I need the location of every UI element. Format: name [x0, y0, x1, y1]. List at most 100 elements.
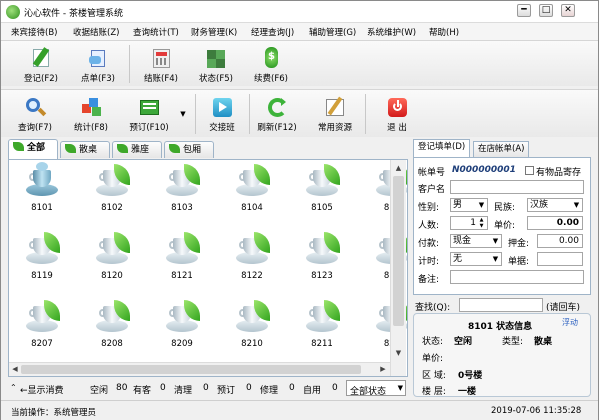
table-tile[interactable]: 8103 [155, 162, 209, 220]
teacup-icon [164, 232, 200, 266]
table-tile[interactable]: 8207 [15, 298, 69, 356]
type-value: 散桌 [534, 337, 553, 347]
table-tile[interactable]: 8104 [225, 162, 279, 220]
scroll-up-arrow[interactable]: ▲ [392, 161, 405, 175]
menu-query[interactable]: 查询统计(T) [133, 26, 179, 38]
register-button[interactable]: 登记(F2) [19, 47, 63, 84]
scroll-thumb[interactable] [21, 365, 361, 374]
search-button[interactable]: 查询(F7) [13, 96, 57, 133]
scroll-thumb[interactable] [393, 176, 404, 326]
table-tile[interactable]: 8119 [15, 230, 69, 288]
stats-icon [80, 96, 102, 118]
table-tile[interactable]: 8123 [295, 230, 349, 288]
self-use-label: 自用 [303, 386, 322, 396]
deposit-money-input[interactable]: 0.00 [537, 234, 583, 248]
scroll-left-arrow[interactable]: ◀ [9, 363, 21, 376]
separator [365, 94, 366, 134]
handover-icon [211, 96, 233, 118]
ethnic-select[interactable]: 汉族 ▼ [527, 198, 583, 212]
order-button[interactable]: 点单(F3) [76, 47, 120, 84]
menu-help[interactable]: 帮助(H) [429, 26, 459, 38]
stepper-arrows-icon[interactable]: ▲ ▼ [476, 217, 487, 229]
reserve-button[interactable]: 预订(F10) [125, 96, 173, 133]
menu-billing[interactable]: 收据结账(Z) [73, 26, 119, 38]
table-tile[interactable]: 8122 [225, 230, 279, 288]
floor-label: 楼 层: [422, 387, 446, 397]
status-button[interactable]: 状态(F5) [194, 47, 238, 84]
account-label: 帐单号 [418, 168, 446, 178]
status-filter-select[interactable]: 全部状态 ▼ [346, 380, 406, 397]
remark-input[interactable] [450, 270, 584, 284]
payment-select[interactable]: 现金 ▼ [450, 234, 502, 248]
table-tile[interactable]: 8210 [225, 298, 279, 356]
table-grid: 8101810281038104810581081198120812181228… [8, 159, 408, 377]
area-label: 区 域: [422, 371, 446, 381]
table-tile[interactable]: 8120 [85, 230, 139, 288]
tab-register-form[interactable]: 登记填单(D) [413, 139, 471, 157]
resources-button[interactable]: 常用资源 [311, 96, 359, 133]
reserved-count: 0 [246, 383, 252, 393]
scroll-down-arrow[interactable]: ▼ [392, 346, 405, 360]
search-icon [24, 96, 47, 118]
tab-all[interactable]: 全部 [8, 139, 58, 159]
horizontal-scrollbar[interactable]: ◀ ▶ [9, 362, 390, 376]
table-tile[interactable]: 8102 [85, 162, 139, 220]
people-stepper[interactable]: 1 ▲ ▼ [450, 216, 488, 230]
table-number: 8211 [311, 339, 333, 349]
price-input[interactable]: 0.00 [527, 216, 583, 230]
show-consume-toggle[interactable]: ←显示消费 [20, 383, 64, 396]
table-number: 8105 [311, 203, 333, 213]
separator [195, 94, 196, 134]
reserve-dropdown-arrow[interactable]: ▼ [178, 110, 188, 118]
repair-label: 修理 [260, 386, 279, 396]
deposit-money-label: 押金: [508, 239, 530, 249]
menu-system[interactable]: 系统维护(W) [367, 26, 416, 38]
tab-in-store-bills[interactable]: 在店帐单(A) [473, 141, 530, 157]
table-tile[interactable]: 8101 [15, 162, 69, 220]
handover-button[interactable]: 交接班 [200, 96, 244, 133]
menu-manager[interactable]: 经理查询(J) [251, 26, 294, 38]
maximize-button[interactable]: □ [539, 4, 553, 17]
vertical-scrollbar[interactable]: ▲ ▼ [390, 160, 406, 376]
minimize-button[interactable]: ━ [517, 4, 531, 17]
table-number: 8120 [101, 271, 123, 281]
checkout-button[interactable]: 结账(F4) [139, 47, 183, 84]
exit-button[interactable]: 退 出 [375, 96, 419, 133]
cleaning-count: 0 [203, 383, 209, 393]
close-button[interactable]: ✕ [561, 4, 575, 17]
gender-select[interactable]: 男 ▼ [450, 198, 488, 212]
receipt-input[interactable] [537, 252, 583, 266]
tab-booth[interactable]: 雅座 [112, 141, 162, 158]
refresh-button[interactable]: 刷新(F12) [255, 96, 299, 133]
toolbar-main: 登记(F2) 点单(F3) 结账(F4) 状态(F5) $ 续费(F6) [1, 40, 598, 86]
deposit-checkbox[interactable] [525, 166, 534, 175]
menu-bar: 来宾接待(B) 收据结账(Z) 查询统计(T) 财务管理(K) 经理查询(J) … [1, 23, 598, 40]
operator-text: 当前操作：系统管理员 [11, 408, 97, 418]
menu-finance[interactable]: 财务管理(K) [191, 26, 237, 38]
exit-icon [386, 96, 408, 118]
table-tile[interactable]: 8121 [155, 230, 209, 288]
menu-reception[interactable]: 来宾接待(B) [11, 26, 57, 38]
table-number: 8122 [241, 271, 263, 281]
chevron-up-icon[interactable]: ⌃ [10, 383, 17, 392]
customer-input[interactable] [450, 180, 584, 194]
menu-assist[interactable]: 辅助管理(G) [309, 26, 356, 38]
teacup-icon [234, 164, 270, 198]
float-link[interactable]: 浮动 [562, 317, 578, 328]
table-tile[interactable]: 8211 [295, 298, 349, 356]
tab-hall[interactable]: 散桌 [60, 141, 110, 158]
renew-button[interactable]: $ 续费(F6) [249, 47, 293, 84]
occupied-label: 有客 [133, 386, 152, 396]
scroll-right-arrow[interactable]: ▶ [377, 363, 389, 376]
table-number: 8121 [171, 271, 193, 281]
timing-select[interactable]: 无 ▼ [450, 252, 502, 266]
table-tile[interactable]: 8105 [295, 162, 349, 220]
table-tile[interactable]: 8208 [85, 298, 139, 356]
table-tile[interactable]: 8209 [155, 298, 209, 356]
tab-room[interactable]: 包厢 [164, 141, 214, 158]
type-label: 类型: [502, 337, 524, 347]
reserved-label: 预订 [217, 386, 236, 396]
main-window: 沁心软件 - 茶楼管理系统 ━ □ ✕ 来宾接待(B) 收据结账(Z) 查询统计… [0, 0, 599, 420]
stats-button[interactable]: 统计(F8) [69, 96, 113, 133]
find-input[interactable] [459, 298, 543, 312]
